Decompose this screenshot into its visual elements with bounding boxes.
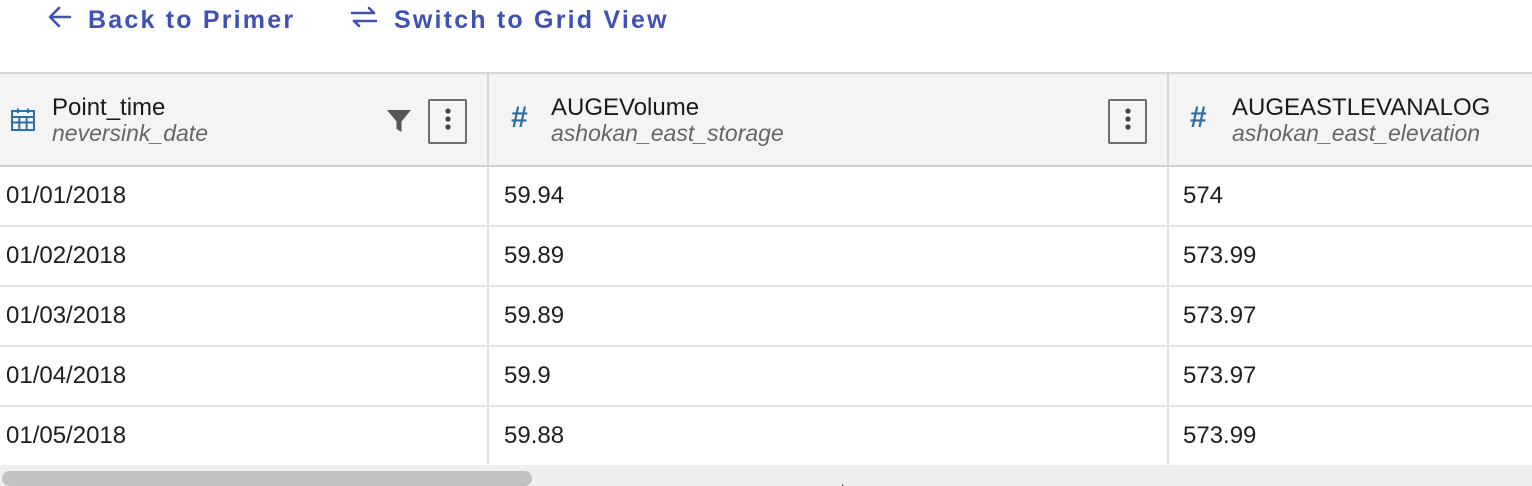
table-row[interactable]: 01/01/2018 59.94 574 xyxy=(0,167,1532,227)
cell-point-time[interactable]: 01/05/2018 xyxy=(0,407,489,465)
table-header: Point_time neversink_date # AUGEVolume a… xyxy=(0,72,1532,167)
column-menu-button[interactable] xyxy=(428,99,467,144)
cell-augevolume[interactable]: 59.89 xyxy=(489,287,1169,345)
number-icon: # xyxy=(511,101,528,134)
horizontal-scrollbar[interactable] xyxy=(0,465,1532,486)
back-to-primer-link[interactable]: Back to Primer xyxy=(46,4,295,36)
column-header-augevolume[interactable]: # AUGEVolume ashokan_east_storage xyxy=(489,74,1169,167)
table-row[interactable]: 01/02/2018 59.89 573.99 xyxy=(0,227,1532,287)
column-name: AUGEVolume xyxy=(551,94,700,121)
column-subtitle: ashokan_east_storage xyxy=(551,120,784,146)
column-name: AUGEASTLEVANALOG xyxy=(1232,94,1491,121)
cell-augeastlevanalog[interactable]: 573.97 xyxy=(1169,347,1532,405)
cell-augeastlevanalog[interactable]: 573.99 xyxy=(1169,227,1532,285)
more-vertical-icon xyxy=(1124,107,1131,136)
cell-augevolume[interactable]: 59.9 xyxy=(489,347,1169,405)
cell-augevolume[interactable]: 59.88 xyxy=(489,407,1169,465)
back-to-primer-label: Back to Primer xyxy=(88,5,296,34)
column-header-augeastlevanalog[interactable]: # AUGEASTLEVANALOG ashokan_east_elevatio… xyxy=(1169,74,1532,167)
cell-augeastlevanalog[interactable]: 573.97 xyxy=(1169,287,1532,345)
cell-augeastlevanalog[interactable]: 574 xyxy=(1169,167,1532,225)
swap-arrows-icon xyxy=(348,3,380,38)
cell-point-time[interactable]: 01/03/2018 xyxy=(0,287,489,345)
switch-to-grid-view-label: Switch to Grid View xyxy=(394,5,669,34)
cell-point-time[interactable]: 01/02/2018 xyxy=(0,227,489,285)
cell-point-time[interactable]: 01/01/2018 xyxy=(0,167,489,225)
column-header-point-time[interactable]: Point_time neversink_date xyxy=(0,74,489,167)
top-navigation: Back to Primer Switch to Grid View xyxy=(0,0,1532,40)
column-subtitle: ashokan_east_elevation xyxy=(1232,120,1481,146)
column-menu-button[interactable] xyxy=(1108,99,1147,144)
calendar-icon xyxy=(10,107,36,138)
mouse-cursor-icon xyxy=(842,479,852,486)
column-name: Point_time xyxy=(52,94,166,121)
data-table: Point_time neversink_date # AUGEVolume a… xyxy=(0,72,1532,486)
number-icon: # xyxy=(1190,101,1207,134)
switch-to-grid-view-link[interactable]: Switch to Grid View xyxy=(348,4,669,36)
more-vertical-icon xyxy=(444,107,451,136)
table-row[interactable]: 01/04/2018 59.9 573.97 xyxy=(0,347,1532,407)
cell-augevolume[interactable]: 59.94 xyxy=(489,167,1169,225)
scrollbar-thumb[interactable] xyxy=(2,471,532,486)
arrow-left-icon xyxy=(46,3,74,38)
column-subtitle: neversink_date xyxy=(52,120,208,146)
cell-point-time[interactable]: 01/04/2018 xyxy=(0,347,489,405)
table-row[interactable]: 01/03/2018 59.89 573.97 xyxy=(0,287,1532,347)
cell-augeastlevanalog[interactable]: 573.99 xyxy=(1169,407,1532,465)
filter-icon[interactable] xyxy=(386,108,412,139)
cell-augevolume[interactable]: 59.89 xyxy=(489,227,1169,285)
table-row[interactable]: 01/05/2018 59.88 573.99 xyxy=(0,407,1532,467)
